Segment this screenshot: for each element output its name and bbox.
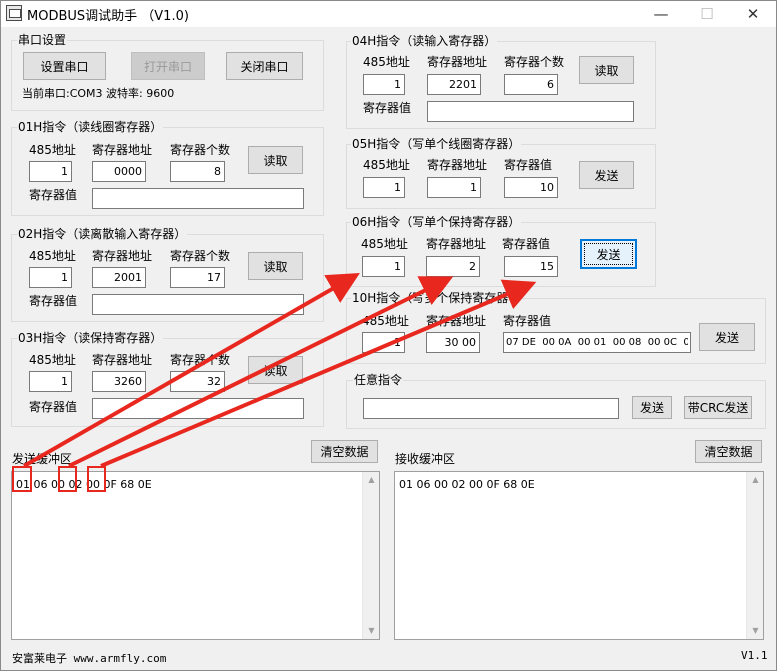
f03-addr485-label: 485地址 bbox=[29, 353, 76, 367]
serial-settings-title: 串口设置 bbox=[17, 33, 68, 47]
f03-reg-addr-input[interactable] bbox=[92, 371, 146, 392]
window-title: MODBUS调试助手 （V1.0) bbox=[27, 9, 189, 24]
f04-title: 04H指令（读输入寄存器） bbox=[351, 34, 498, 48]
f01-reg-value-input[interactable] bbox=[92, 188, 304, 209]
recv-buffer-textarea[interactable]: 01 06 00 02 00 0F 68 0E bbox=[394, 471, 764, 640]
f05-title: 05H指令（写单个线圈寄存器） bbox=[351, 137, 522, 151]
f06-addr485-label: 485地址 bbox=[361, 237, 408, 251]
f02-reg-addr-label: 寄存器地址 bbox=[92, 249, 153, 263]
f04-reg-addr-input[interactable] bbox=[427, 74, 481, 95]
f01-reg-addr-label: 寄存器地址 bbox=[92, 143, 153, 157]
custom-send-button[interactable]: 发送 bbox=[632, 396, 672, 419]
f01-reg-addr-input[interactable] bbox=[92, 161, 146, 182]
f02-addr485-label: 485地址 bbox=[29, 249, 76, 263]
f04-read-button[interactable]: 读取 bbox=[579, 56, 634, 84]
f03-read-button[interactable]: 读取 bbox=[248, 356, 303, 384]
recv-buffer-title: 接收缓冲区 bbox=[395, 452, 456, 466]
f05-addr485-input[interactable] bbox=[363, 177, 405, 198]
f10-send-button[interactable]: 发送 bbox=[699, 323, 755, 351]
f04-reg-count-label: 寄存器个数 bbox=[504, 55, 565, 69]
f10-addr485-label: 485地址 bbox=[362, 314, 409, 328]
f02-addr485-input[interactable] bbox=[29, 267, 72, 288]
footer-version: V1.1 bbox=[741, 649, 768, 662]
close-icon[interactable]: ✕ bbox=[730, 1, 776, 27]
send-buffer-textarea[interactable]: 01 06 00 02 00 0F 68 0E bbox=[11, 471, 380, 640]
f01-addr485-label: 485地址 bbox=[29, 143, 76, 157]
crc-send-button[interactable]: 带CRC发送 bbox=[684, 396, 752, 419]
f10-title: 10H指令（写多个保持寄存器 bbox=[351, 291, 510, 305]
f03-reg-count-input[interactable] bbox=[170, 371, 225, 392]
f04-reg-addr-label: 寄存器地址 bbox=[427, 55, 488, 69]
recv-scroll-down-icon[interactable]: ▼ bbox=[747, 623, 764, 639]
f06-addr485-input[interactable] bbox=[362, 256, 405, 277]
f04-addr485-label: 485地址 bbox=[363, 55, 410, 69]
f02-title: 02H指令（读离散输入寄存器） bbox=[17, 227, 188, 241]
f02-reg-count-input[interactable] bbox=[170, 267, 225, 288]
f06-reg-value-input[interactable] bbox=[504, 256, 558, 277]
f03-reg-count-label: 寄存器个数 bbox=[170, 353, 231, 367]
f02-reg-value-label: 寄存器值 bbox=[29, 294, 78, 308]
app-window-icon bbox=[6, 5, 22, 21]
f02-read-button[interactable]: 读取 bbox=[248, 252, 303, 280]
f02-reg-value-input[interactable] bbox=[92, 294, 304, 315]
f05-reg-addr-label: 寄存器地址 bbox=[427, 158, 488, 172]
f03-title: 03H指令（读保持寄存器） bbox=[17, 331, 164, 345]
f10-reg-addr-label: 寄存器地址 bbox=[426, 314, 487, 328]
f05-addr485-label: 485地址 bbox=[363, 158, 410, 172]
send-buffer-title: 发送缓冲区 bbox=[12, 452, 73, 466]
serial-status-text: 当前串口:COM3 波特率: 9600 bbox=[22, 87, 175, 100]
send-clear-button[interactable]: 清空数据 bbox=[311, 440, 378, 463]
custom-command-input[interactable] bbox=[363, 398, 619, 419]
f01-reg-count-label: 寄存器个数 bbox=[170, 143, 231, 157]
f05-reg-value-label: 寄存器值 bbox=[504, 158, 553, 172]
f01-reg-count-input[interactable] bbox=[170, 161, 225, 182]
send-buffer-scrollbar[interactable]: ▲ ▼ bbox=[362, 472, 379, 639]
f10-reg-value-input[interactable] bbox=[503, 332, 691, 353]
f01-reg-value-label: 寄存器值 bbox=[29, 188, 78, 202]
f10-reg-value-label: 寄存器值 bbox=[503, 314, 552, 328]
f04-reg-value-label: 寄存器值 bbox=[363, 101, 412, 115]
minimize-icon[interactable]: — bbox=[638, 1, 684, 27]
f04-reg-value-input[interactable] bbox=[427, 101, 634, 122]
f01-addr485-input[interactable] bbox=[29, 161, 72, 182]
f10-addr485-input[interactable] bbox=[362, 332, 405, 353]
f02-reg-addr-input[interactable] bbox=[92, 267, 146, 288]
f01-title: 01H指令（读线圈寄存器） bbox=[17, 120, 164, 134]
footer-company: 安富莱电子 www.armfly.com bbox=[12, 652, 167, 665]
recv-scroll-up-icon[interactable]: ▲ bbox=[747, 472, 764, 488]
send-scroll-up-icon[interactable]: ▲ bbox=[363, 472, 380, 488]
f06-title: 06H指令（写单个保持寄存器） bbox=[351, 215, 522, 229]
send-scroll-down-icon[interactable]: ▼ bbox=[363, 623, 380, 639]
f06-reg-addr-label: 寄存器地址 bbox=[426, 237, 487, 251]
f03-reg-addr-label: 寄存器地址 bbox=[92, 353, 153, 367]
f03-reg-value-label: 寄存器值 bbox=[29, 400, 78, 414]
custom-command-title: 任意指令 bbox=[353, 373, 404, 387]
maximize-icon[interactable]: ☐ bbox=[684, 1, 730, 27]
recv-clear-button[interactable]: 清空数据 bbox=[695, 440, 762, 463]
f06-reg-value-label: 寄存器值 bbox=[502, 237, 551, 251]
f04-reg-count-input[interactable] bbox=[504, 74, 558, 95]
f06-send-button[interactable]: 发送 bbox=[580, 239, 637, 269]
f05-reg-addr-input[interactable] bbox=[427, 177, 481, 198]
f05-reg-value-input[interactable] bbox=[504, 177, 558, 198]
f06-reg-addr-input[interactable] bbox=[426, 256, 480, 277]
recv-buffer-scrollbar[interactable]: ▲ ▼ bbox=[746, 472, 763, 639]
f02-reg-count-label: 寄存器个数 bbox=[170, 249, 231, 263]
f05-send-button[interactable]: 发送 bbox=[579, 161, 634, 189]
f04-addr485-input[interactable] bbox=[363, 74, 405, 95]
setup-serial-button[interactable]: 设置串口 bbox=[23, 52, 106, 80]
open-serial-button[interactable]: 打开串口 bbox=[131, 52, 205, 80]
close-serial-button[interactable]: 关闭串口 bbox=[226, 52, 303, 80]
f03-addr485-input[interactable] bbox=[29, 371, 72, 392]
f10-reg-addr-input[interactable] bbox=[426, 332, 480, 353]
f03-reg-value-input[interactable] bbox=[92, 398, 304, 419]
f01-read-button[interactable]: 读取 bbox=[248, 146, 303, 174]
